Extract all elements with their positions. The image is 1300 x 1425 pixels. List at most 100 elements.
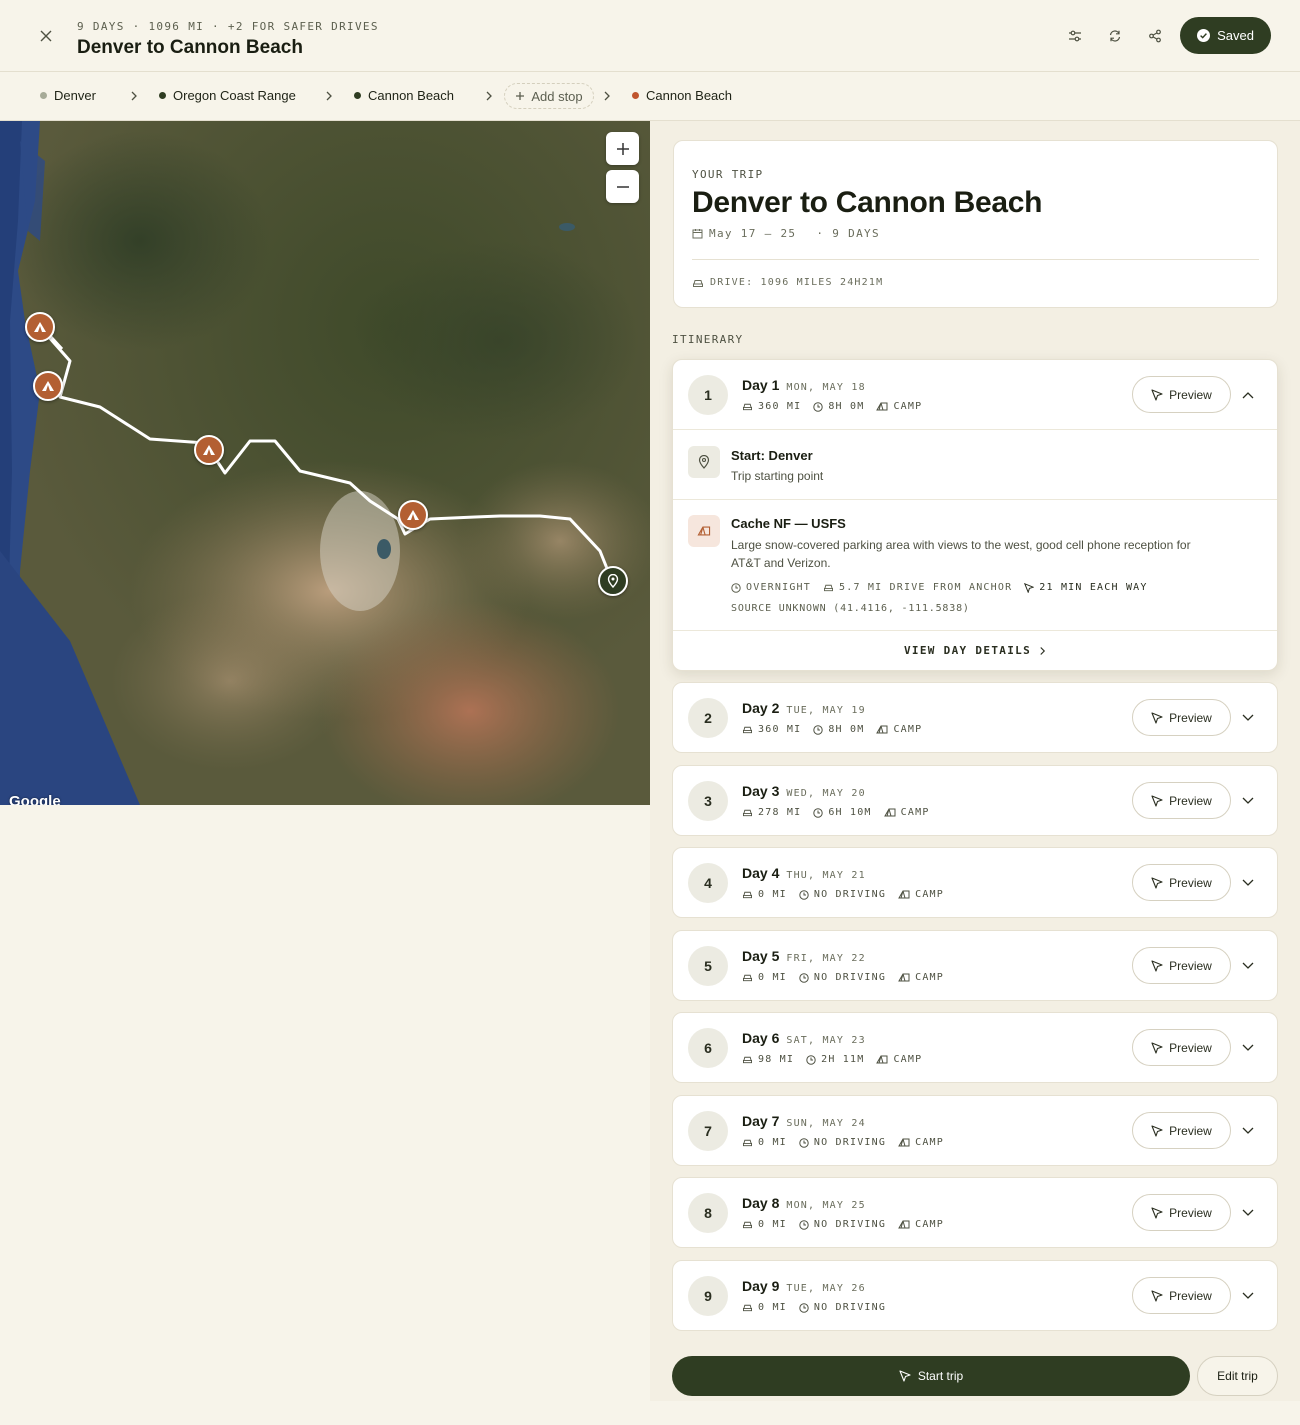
edit-trip-label: Edit trip: [1217, 1369, 1258, 1383]
clock-icon: [799, 1302, 809, 1313]
preview-button[interactable]: Preview: [1132, 1277, 1231, 1314]
stop-icon-box: [688, 446, 720, 478]
car-icon: [824, 584, 833, 592]
day-drive-time: NO DRIVING: [813, 889, 887, 900]
stop-label: Cannon Beach: [646, 88, 733, 103]
start-trip-label: Start trip: [917, 1369, 964, 1383]
chevron-down-icon: [1242, 1209, 1254, 1216]
preview-button[interactable]: Preview: [1132, 947, 1231, 984]
stop-oregon-coast-range[interactable]: Oregon Coast Range: [159, 88, 296, 103]
day-number: 3: [688, 781, 728, 821]
navigation-icon: [1151, 876, 1163, 889]
day-date: MON, MAY 18: [786, 382, 866, 393]
chevron-up-icon: [1242, 392, 1254, 399]
camp-pin-1[interactable]: [25, 312, 55, 342]
trip-drive-label: DRIVE: 1096 MILES 24H21M: [710, 277, 884, 288]
preview-button[interactable]: Preview: [1132, 782, 1231, 819]
share-button[interactable]: [1143, 24, 1167, 48]
tent-icon: [697, 526, 711, 536]
map-pin-icon: [607, 574, 619, 588]
stop-denver[interactable]: Denver: [40, 88, 96, 103]
day-stop-start[interactable]: Start: Denver Trip starting point: [673, 429, 1277, 499]
tent-icon: [898, 973, 910, 982]
day-card-8[interactable]: 8 Day 8 MON, MAY 25 0 MI NO DRIVING CAMP Previ…: [672, 1177, 1278, 1248]
clock-icon: [813, 724, 824, 735]
camp-pin-3[interactable]: [194, 435, 224, 465]
saved-button[interactable]: Saved: [1180, 17, 1271, 54]
filter-button[interactable]: [1063, 24, 1087, 48]
route-map[interactable]: Google: [0, 121, 650, 805]
day-card-7[interactable]: 7 Day 7 SUN, MAY 24 0 MI NO DRIVING CAMP Previ…: [672, 1095, 1278, 1166]
stop-cannon-beach[interactable]: Cannon Beach: [354, 88, 454, 103]
chevron-down-icon: [1242, 1044, 1254, 1051]
expand-day-button[interactable]: [1239, 874, 1257, 892]
day-stats: 0 MI NO DRIVING CAMP: [742, 889, 944, 900]
day-date: SAT, MAY 23: [786, 1035, 866, 1046]
day-card-3[interactable]: 3 Day 3 WED, MAY 20 278 MI 6H 10M CAMP Preview: [672, 765, 1278, 836]
top-bar: 9 DAYS · 1096 MI · +2 FOR SAFER DRIVES D…: [0, 0, 1300, 72]
day-card-9[interactable]: 9 Day 9 TUE, MAY 26 0 MI NO DRIVING Preview: [672, 1260, 1278, 1331]
preview-button[interactable]: Preview: [1132, 1029, 1231, 1066]
expand-day-button[interactable]: [1239, 792, 1257, 810]
day-stop-camp[interactable]: Cache NF — USFS Large snow-covered parki…: [673, 499, 1277, 630]
day-drive-time: NO DRIVING: [813, 1302, 887, 1313]
zoom-in-button[interactable]: [606, 132, 639, 165]
day-label: Day 5: [742, 948, 780, 964]
day-number: 2: [688, 698, 728, 738]
start-location-pin[interactable]: [598, 566, 628, 596]
car-icon: [743, 1139, 752, 1147]
expand-day-button[interactable]: [1239, 709, 1257, 727]
minus-icon: [616, 185, 629, 188]
sliders-icon: [1069, 30, 1081, 42]
zoom-out-button[interactable]: [606, 170, 639, 203]
expand-day-button[interactable]: [1239, 957, 1257, 975]
camp-source: SOURCE UNKNOWN (41.4116, -111.5838): [731, 603, 970, 614]
start-trip-button[interactable]: Start trip: [672, 1356, 1190, 1396]
car-icon: [743, 809, 752, 817]
expand-day-button[interactable]: [1239, 1122, 1257, 1140]
collapse-day-button[interactable]: [1239, 386, 1257, 404]
view-day-details-button[interactable]: VIEW DAY DETAILS: [673, 630, 1277, 670]
preview-button[interactable]: Preview: [1132, 1194, 1231, 1231]
navigation-icon: [899, 1370, 911, 1382]
tent-icon: [876, 402, 888, 411]
preview-button[interactable]: Preview: [1132, 376, 1231, 413]
saved-label: Saved: [1217, 28, 1254, 43]
preview-button[interactable]: Preview: [1132, 864, 1231, 901]
camp-pin-2[interactable]: [33, 371, 63, 401]
add-stop-button[interactable]: Add stop: [504, 83, 594, 109]
day-card-4[interactable]: 4 Day 4 THU, MAY 21 0 MI NO DRIVING CAMP Previ…: [672, 847, 1278, 918]
camp-each-way: 21 MIN EACH WAY: [1039, 582, 1148, 593]
preview-button[interactable]: Preview: [1132, 699, 1231, 736]
tent-icon: [876, 1055, 888, 1064]
day-stats: 0 MI NO DRIVING: [742, 1302, 886, 1313]
day-heading: Day 2 TUE, MAY 19: [742, 700, 866, 716]
trip-date-range: May 17 – 25: [709, 227, 797, 240]
day-card-2[interactable]: 2 Day 2 TUE, MAY 19 360 MI 8H 0M CAMP Preview: [672, 682, 1278, 753]
trip-days: · 9 DAYS: [816, 227, 880, 240]
edit-trip-button[interactable]: Edit trip: [1197, 1356, 1278, 1396]
refresh-icon: [1109, 30, 1121, 42]
day-card-6[interactable]: 6 Day 6 SAT, MAY 23 98 MI 2H 11M CAMP Preview: [672, 1012, 1278, 1083]
camp-pin-4[interactable]: [398, 500, 428, 530]
expand-day-button[interactable]: [1239, 1039, 1257, 1057]
clock-icon: [799, 1137, 809, 1148]
day-number: 6: [688, 1028, 728, 1068]
preview-button[interactable]: Preview: [1132, 1112, 1231, 1149]
day-miles: 98 MI: [758, 1054, 795, 1065]
day-camp: CAMP: [915, 972, 944, 983]
chevron-right-icon: [600, 89, 614, 103]
day-card-5[interactable]: 5 Day 5 FRI, MAY 22 0 MI NO DRIVING CAMP Previ…: [672, 930, 1278, 1001]
trip-summary-card: YOUR TRIP Denver to Cannon Beach May 17 …: [673, 140, 1278, 308]
day-heading: Day 5 FRI, MAY 22: [742, 948, 866, 964]
add-stop-label: Add stop: [531, 88, 583, 104]
stop-dot: [159, 92, 166, 99]
stop-cannon-beach-end[interactable]: Cannon Beach: [632, 88, 732, 103]
refresh-button[interactable]: [1103, 24, 1127, 48]
close-button[interactable]: [34, 24, 58, 48]
expand-day-button[interactable]: [1239, 1204, 1257, 1222]
preview-label: Preview: [1169, 1040, 1212, 1055]
day-number: 8: [688, 1193, 728, 1233]
car-icon: [743, 403, 752, 411]
expand-day-button[interactable]: [1239, 1287, 1257, 1305]
